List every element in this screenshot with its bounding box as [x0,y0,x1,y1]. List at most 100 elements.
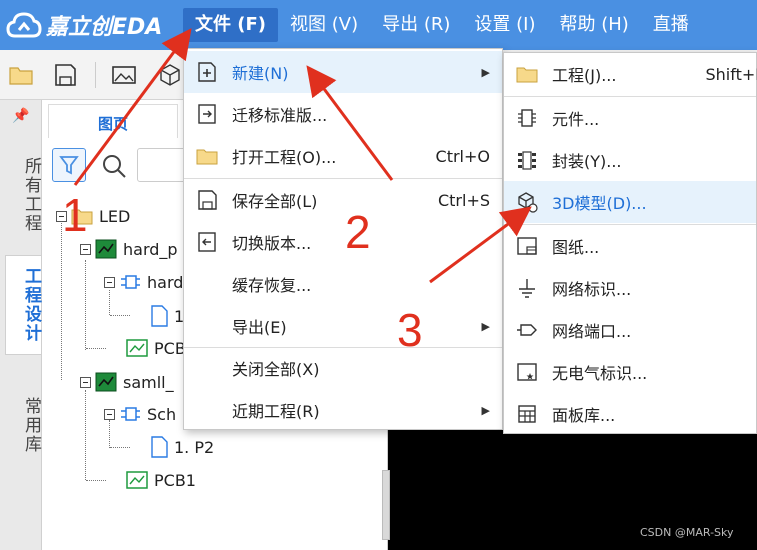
pcb-icon [126,471,148,489]
menu-item-migrate[interactable]: 迁移标准版... [184,93,502,135]
tree-connector [61,220,62,380]
panel-library-icon [518,405,536,423]
save-icon [198,190,217,210]
annotation-number-1: 1 [62,189,88,241]
tree-item-schematic[interactable]: Sch [104,402,176,426]
switch-version-icon [198,232,216,252]
board-icon [95,239,117,259]
tree-item-board[interactable]: hard_p [80,237,178,261]
menu-item-label: 面板库... [552,406,616,425]
menu-item-label: 网络端口... [552,322,632,341]
panel-resize-handle[interactable] [382,470,390,540]
menu-item-open-project[interactable]: 打开工程(O)... Ctrl+O [184,135,502,177]
menu-item-label: 工程(J)... [552,66,617,85]
tab-project-design[interactable]: 工程设计 [5,255,41,355]
collapse-toggle-icon[interactable] [104,408,115,420]
tree-label: PCB [154,338,186,358]
tree-item-board[interactable]: samll_ [80,370,174,394]
tree-item-schematic[interactable]: hard [104,270,183,294]
open-folder-icon[interactable] [8,62,34,88]
tab-pages[interactable]: 图页 [48,104,178,138]
menu-help[interactable]: 帮助 (H) [547,0,640,50]
app-logo[interactable]: 嘉立创EDA [6,8,162,42]
tree-item-pcb[interactable]: PCB [126,336,186,360]
board-icon [95,372,117,392]
tree-connector [86,348,106,349]
tree-label: hard [147,272,184,292]
menu-item-new[interactable]: 新建(N) ▶ [184,51,502,93]
menu-item-save-all[interactable]: 保存全部(L) Ctrl+S [184,179,502,221]
non-electrical-icon [517,363,537,381]
migrate-icon [198,104,216,124]
menu-settings[interactable]: 设置 (I) [462,0,547,50]
drawing-sheet-icon [517,237,537,255]
menu-view[interactable]: 视图 (V) [278,0,370,50]
tree-connector [86,480,106,481]
filter-icon [59,156,79,175]
tab-all-projects[interactable]: 所有工程 [5,145,41,245]
footprint-icon [518,151,536,170]
tree-connector [110,447,130,448]
logo-text: 嘉立创EDA [46,15,163,40]
new-submenu-dropdown: 工程(J)... Shift+I 元件... 封装(Y)... 3D模型(D).… [503,52,757,434]
menu-live[interactable]: 直播 [641,0,701,50]
submenu-item-net-label[interactable]: 网络标识... [504,267,756,309]
net-port-icon [517,324,537,336]
collapse-toggle-icon[interactable] [104,276,115,288]
menu-item-label: 导出(E) [232,318,287,337]
menu-item-switch-version[interactable]: 切换版本... [184,221,502,263]
tree-label: LED [99,206,131,226]
menu-item-label: 近期工程(R) [232,402,320,421]
menu-item-shortcut: Shift+I [705,64,757,84]
left-sidebar: 📌 所有工程 工程设计 常用库 [0,100,42,550]
3d-model-icon[interactable] [157,62,183,88]
collapse-toggle-icon[interactable] [80,243,91,255]
pin-icon[interactable]: 📌 [12,108,29,124]
submenu-item-footprint[interactable]: 封装(Y)... [504,139,756,181]
cloud-logo-icon [6,12,42,38]
submenu-item-non-electrical-mark[interactable]: 无电气标识... [504,351,756,393]
tree-connector [85,260,86,350]
submenu-item-component[interactable]: 元件... [504,97,756,139]
new-file-icon [198,62,216,82]
submenu-item-net-port[interactable]: 网络端口... [504,309,756,351]
menu-item-label: 元件... [552,110,600,129]
submenu-item-drawing[interactable]: 图纸... [504,225,756,267]
menu-file[interactable]: 文件 (F) [183,8,279,42]
filter-button[interactable] [52,148,86,182]
watermark: CSDN @MAR-Sky [640,526,734,539]
annotation-number-3: 3 [397,304,423,356]
tree-label: samll_ [123,372,174,392]
submenu-arrow-icon: ▶ [481,65,490,79]
folder-icon [196,149,218,165]
collapse-toggle-icon[interactable] [80,376,91,388]
menu-item-recent-projects[interactable]: 近期工程(R) ▶ [184,389,502,431]
search-icon[interactable] [100,152,128,180]
submenu-arrow-icon: ▶ [481,403,490,417]
menu-item-close-all[interactable]: 关闭全部(X) [184,347,502,389]
tree-item-page[interactable]: 1. P2 [150,435,214,459]
submenu-item-project[interactable]: 工程(J)... Shift+I [504,53,757,95]
menu-item-label: 网络标识... [552,280,632,299]
page-icon [151,305,168,327]
submenu-item-3d-model[interactable]: 3D模型(D)... [504,181,756,223]
schematic-icon [121,407,140,421]
save-icon[interactable] [52,62,78,88]
tree-label: 1. P2 [174,437,215,457]
component-icon [518,109,536,127]
submenu-item-panel-library[interactable]: 面板库... [504,393,756,435]
menu-item-cache-restore[interactable]: 缓存恢复... [184,263,502,305]
menu-item-label: 封装(Y)... [552,152,622,171]
menu-item-label: 无电气标识... [552,364,648,383]
tab-common-library[interactable]: 常用库 [5,380,41,470]
menu-item-label: 缓存恢复... [232,276,312,295]
tree-connector [110,315,130,316]
menu-item-export[interactable]: 导出(E) ▶ [184,305,502,347]
tree-label: hard_p [123,239,178,259]
menu-export[interactable]: 导出 (R) [370,0,462,50]
tree-item-pcb[interactable]: PCB1 [126,468,196,492]
page-icon [151,436,168,458]
menu-item-label: 图纸... [552,238,600,257]
menubar: 文件 (F) 视图 (V) 导出 (R) 设置 (I) 帮助 (H) 直播 [183,0,701,50]
image-icon[interactable] [111,62,137,88]
